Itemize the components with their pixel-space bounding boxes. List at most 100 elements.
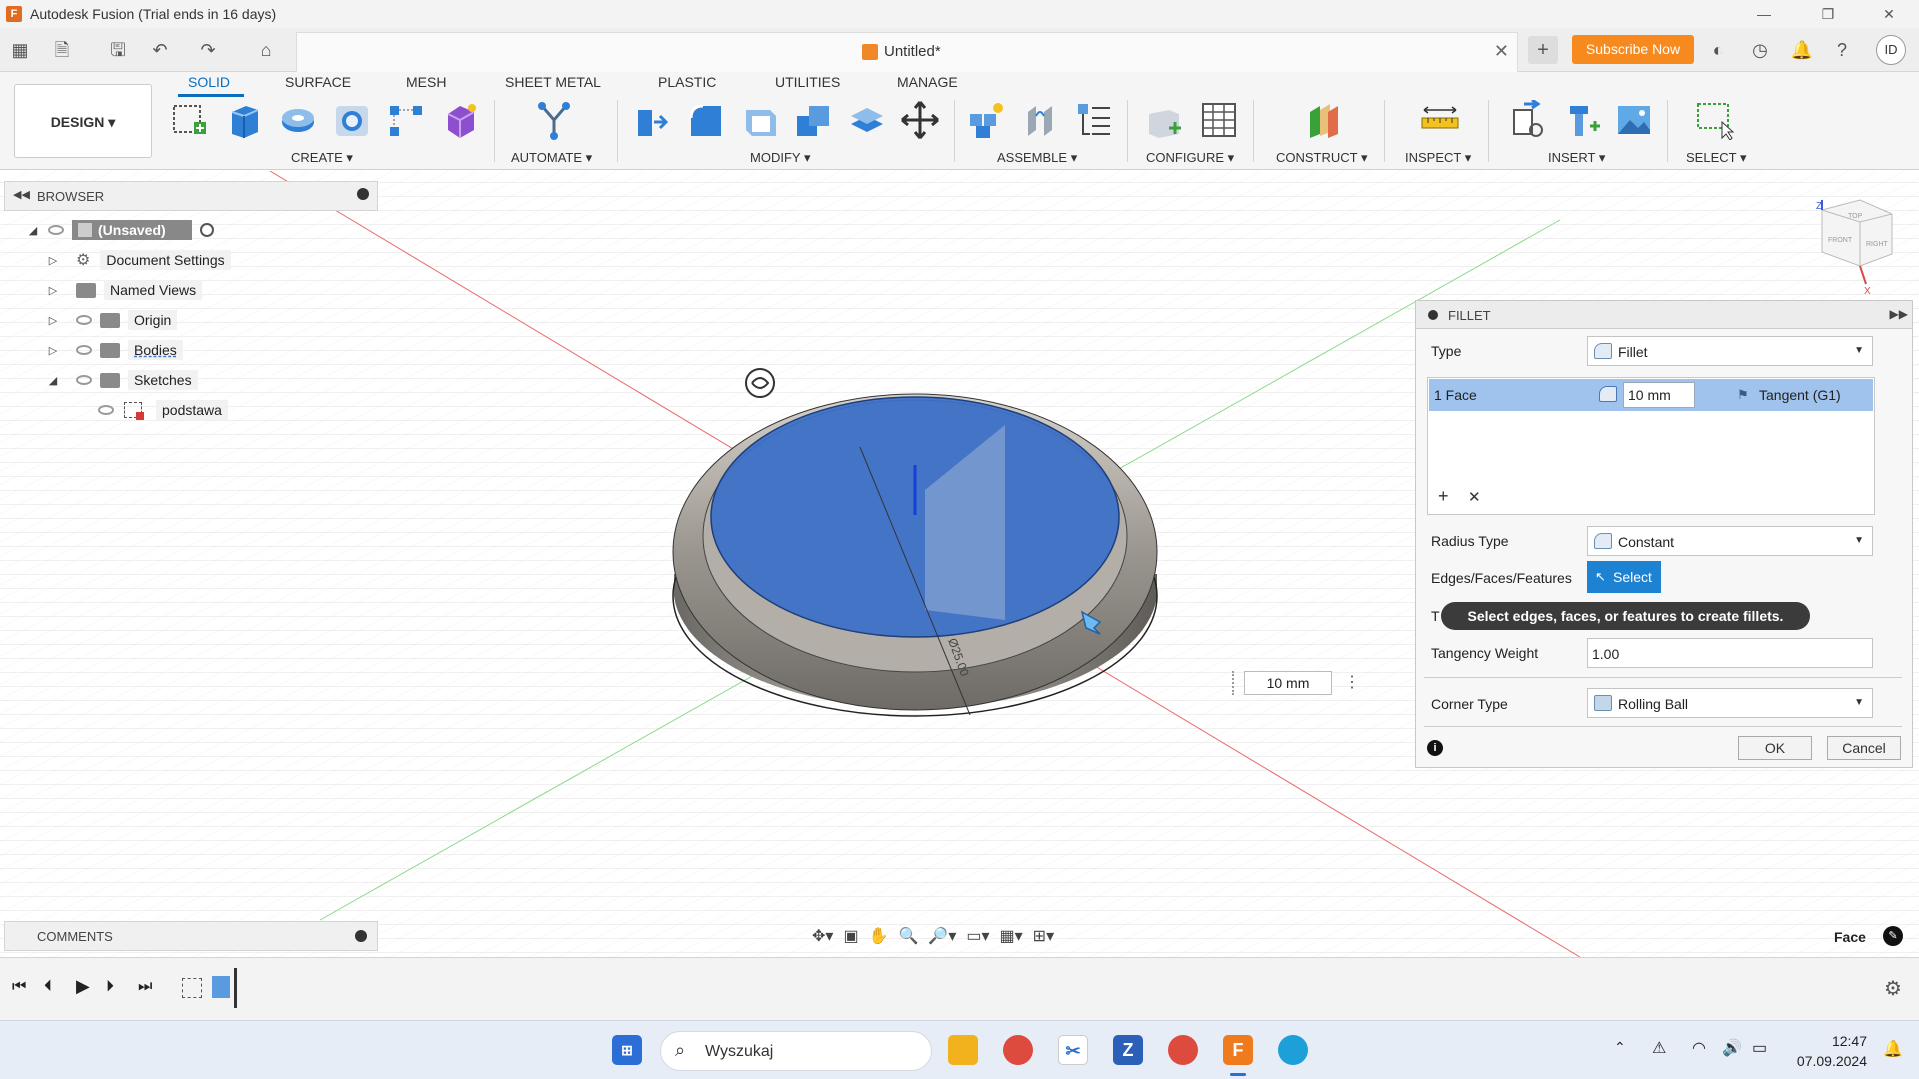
taskbar-clock[interactable]: 12:47 07.09.2024	[1797, 1031, 1867, 1071]
subscribe-now-button[interactable]: Subscribe Now	[1572, 35, 1694, 64]
document-tab[interactable]: Untitled* ✕	[296, 32, 1518, 72]
timeline-sketch-feature-icon[interactable]	[182, 978, 202, 998]
select-window-icon[interactable]	[1696, 100, 1736, 140]
timeline-settings-gear-icon[interactable]: ⚙	[1884, 976, 1902, 1001]
expand-dialog-icon[interactable]: ▶▶	[1890, 307, 1908, 321]
close-document-icon[interactable]: ✕	[1494, 41, 1509, 62]
chrome-icon[interactable]	[1003, 1035, 1033, 1065]
help-icon[interactable]: ?	[1830, 38, 1854, 62]
tree-item-sketches[interactable]: ◢ Sketches	[46, 368, 198, 392]
edge-icon[interactable]	[1278, 1035, 1308, 1065]
windows-start-icon[interactable]: ⊞	[612, 1035, 642, 1065]
tree-item-root[interactable]: ◢ (Unsaved)	[26, 218, 214, 242]
revolve-icon[interactable]	[278, 100, 318, 140]
network-status-icon[interactable]: ⚠	[1652, 1038, 1666, 1058]
insert-group-label[interactable]: INSERT ▾	[1548, 150, 1605, 166]
dimension-handle[interactable]	[1232, 671, 1238, 695]
viewports-icon[interactable]: ⊞▾	[1033, 926, 1054, 946]
minimize-button[interactable]: —	[1741, 0, 1787, 28]
more-options-icon[interactable]: ⋮	[1344, 672, 1360, 692]
collapse-arrow-icon[interactable]: ◢	[46, 374, 60, 387]
create-form-icon[interactable]	[440, 100, 480, 140]
corner-type-select[interactable]: Rolling Ball ▼	[1587, 688, 1873, 718]
shell-icon[interactable]	[740, 100, 780, 140]
combine-icon[interactable]	[793, 100, 833, 140]
tab-solid[interactable]: SOLID	[188, 74, 230, 90]
fusion-taskbar-icon[interactable]: F	[1223, 1035, 1253, 1065]
fillet-radius-input[interactable]: 10 mm	[1244, 671, 1332, 695]
tree-item-origin[interactable]: ▷ Origin	[46, 308, 178, 332]
redo-icon[interactable]: ↷	[196, 38, 220, 62]
new-component-icon[interactable]	[966, 100, 1006, 140]
tree-item-document-settings[interactable]: ▷ ⚙ Document Settings	[46, 248, 231, 272]
expand-arrow-icon[interactable]: ▷	[46, 314, 60, 327]
configure-icon[interactable]	[1145, 100, 1185, 140]
fillet-icon[interactable]	[685, 100, 725, 140]
zoom-app-icon[interactable]: Z	[1113, 1035, 1143, 1065]
tab-plastic[interactable]: PLASTIC	[658, 74, 716, 90]
tree-item-named-views[interactable]: ▷ Named Views	[46, 278, 203, 302]
timeline-extrude-feature-icon[interactable]	[212, 976, 230, 998]
hole-icon[interactable]	[332, 100, 372, 140]
construct-group-label[interactable]: CONSTRUCT ▾	[1276, 150, 1368, 166]
assemble-group-label[interactable]: ASSEMBLE ▾	[997, 150, 1077, 166]
create-sketch-icon[interactable]	[170, 100, 210, 140]
job-status-icon[interactable]: ◷	[1748, 38, 1772, 62]
tree-item-bodies[interactable]: ▷ Bodies	[46, 338, 183, 362]
wifi-icon[interactable]: ◠	[1692, 1038, 1706, 1058]
expand-arrow-icon[interactable]: ▷	[46, 284, 60, 297]
add-comment-icon[interactable]	[355, 930, 367, 942]
inspect-group-label[interactable]: INSPECT ▾	[1405, 150, 1471, 166]
move-copy-icon[interactable]	[900, 100, 940, 140]
configure-group-label[interactable]: CONFIGURE ▾	[1146, 150, 1234, 166]
restore-button[interactable]: ❐	[1805, 0, 1851, 28]
visibility-eye-icon[interactable]	[76, 345, 92, 355]
go-to-start-icon[interactable]: ⏮	[12, 978, 26, 996]
extrude-icon[interactable]	[224, 100, 264, 140]
look-at-icon[interactable]: ▣	[843, 926, 858, 946]
data-panel-grid-icon[interactable]: ▦	[8, 38, 32, 62]
expand-arrow-icon[interactable]: ▷	[46, 254, 60, 267]
user-avatar[interactable]: ID	[1876, 35, 1906, 65]
joint-icon[interactable]	[1020, 100, 1060, 140]
select-group-label[interactable]: SELECT ▾	[1686, 150, 1746, 166]
file-menu-icon[interactable]: 🗎	[50, 38, 74, 62]
fillet-dialog[interactable]: FILLET ▶▶ Type Fillet ▼ 1 Face 10 mm ⚑ T…	[1415, 300, 1913, 768]
display-settings-icon[interactable]: ▭▾	[966, 926, 989, 946]
tab-manage[interactable]: MANAGE	[897, 74, 958, 90]
create-group-label[interactable]: CREATE ▾	[291, 150, 353, 166]
offset-face-icon[interactable]	[847, 100, 887, 140]
comments-panel[interactable]: COMMENTS	[4, 921, 378, 951]
orbit-center-icon[interactable]	[745, 368, 775, 398]
workspace-switcher[interactable]: DESIGN ▾	[14, 84, 152, 158]
modify-group-label[interactable]: MODIFY ▾	[750, 150, 810, 166]
add-selection-icon[interactable]: +	[1438, 486, 1449, 507]
press-pull-icon[interactable]	[630, 100, 670, 140]
expand-arrow-icon[interactable]: ◢	[26, 224, 40, 237]
collapse-browser-icon[interactable]: ◀◀	[13, 188, 30, 201]
insert-canvas-icon[interactable]	[1614, 100, 1654, 140]
snipping-tool-icon[interactable]: ✂	[1058, 1035, 1088, 1065]
volume-icon[interactable]: 🔊	[1722, 1038, 1742, 1058]
continuity-value[interactable]: Tangent (G1)	[1759, 387, 1841, 403]
tab-sheet-metal[interactable]: SHEET METAL	[505, 74, 601, 90]
visibility-eye-icon[interactable]	[76, 315, 92, 325]
visibility-eye-icon[interactable]	[48, 225, 64, 235]
insert-mcmaster-icon[interactable]	[1562, 100, 1602, 140]
visibility-eye-icon[interactable]	[98, 405, 114, 415]
zoom-window-icon[interactable]: 🔎▾	[928, 926, 956, 946]
notification-bell-icon[interactable]: 🔔	[1883, 1039, 1903, 1059]
bill-of-materials-icon[interactable]	[1074, 100, 1114, 140]
timeline-marker[interactable]	[234, 968, 237, 1008]
browser-pin-icon[interactable]	[357, 188, 369, 200]
go-to-end-icon[interactable]: ⏭	[138, 978, 152, 996]
insert-derive-icon[interactable]	[1508, 100, 1548, 140]
type-select[interactable]: Fillet ▼	[1587, 336, 1873, 366]
file-explorer-icon[interactable]	[948, 1035, 978, 1065]
battery-icon[interactable]: ▭	[1752, 1038, 1767, 1058]
configuration-table-icon[interactable]	[1199, 100, 1239, 140]
radius-type-select[interactable]: Constant ▼	[1587, 526, 1873, 556]
dialog-collapse-icon[interactable]	[1428, 310, 1438, 320]
step-forward-icon[interactable]: ⏵	[106, 978, 114, 996]
undo-icon[interactable]: ↶	[148, 38, 172, 62]
